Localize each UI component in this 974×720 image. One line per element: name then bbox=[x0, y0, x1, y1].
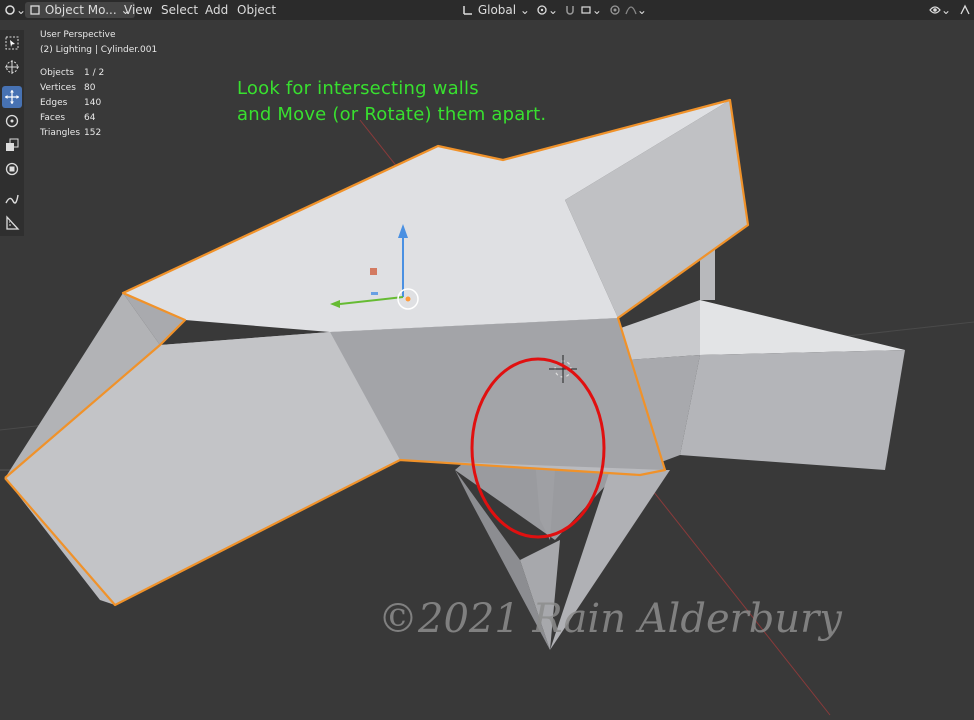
view-name: User Perspective bbox=[40, 30, 116, 40]
stat-value: 64 bbox=[84, 113, 96, 123]
menu-select[interactable]: Select bbox=[157, 2, 202, 18]
menu-view[interactable]: View bbox=[120, 2, 156, 18]
tool-rotate[interactable] bbox=[2, 110, 22, 132]
orientation-dropdown[interactable]: Global ⌄ bbox=[458, 2, 534, 18]
stat-edges: Edges 140 bbox=[40, 96, 157, 111]
editor-type-icon bbox=[5, 5, 15, 15]
3d-viewport[interactable]: Look for intersecting walls and Move (or… bbox=[0, 0, 974, 720]
proportional-edit-toggle[interactable]: ⌄ bbox=[605, 2, 651, 18]
orientation-label: Global bbox=[477, 3, 517, 17]
viewport-header: ⌄ Object Mo... ⌄ View Select Add Object … bbox=[0, 0, 974, 20]
transform-icon bbox=[5, 162, 19, 176]
tool-transform[interactable] bbox=[2, 158, 22, 180]
move-icon bbox=[5, 90, 19, 104]
menu-object[interactable]: Object bbox=[233, 2, 280, 18]
instruction-line-2: and Move (or Rotate) them apart. bbox=[237, 104, 547, 125]
plane-handle-icon[interactable] bbox=[370, 268, 377, 275]
tool-shelf bbox=[0, 30, 24, 236]
stat-label: Objects bbox=[40, 68, 75, 78]
eye-icon bbox=[929, 6, 941, 14]
watermark: ©2021 Rain Alderbury bbox=[378, 596, 842, 642]
menu-add[interactable]: Add bbox=[201, 2, 232, 18]
stat-value: 80 bbox=[84, 83, 96, 93]
snap-dropdown[interactable]: ⌄ bbox=[560, 2, 606, 18]
gizmo-dropdown[interactable] bbox=[955, 2, 974, 18]
stat-value: 1 / 2 bbox=[84, 68, 105, 78]
stat-value: 152 bbox=[84, 128, 102, 138]
mode-label: Object Mo... bbox=[44, 3, 117, 17]
cursor-icon bbox=[5, 60, 19, 74]
instruction-text: Look for intersecting walls and Move (or… bbox=[237, 76, 546, 128]
mode-dropdown[interactable]: Object Mo... ⌄ bbox=[25, 2, 135, 18]
stat-value: 140 bbox=[84, 98, 102, 108]
stat-label: Triangles bbox=[40, 128, 81, 138]
collection-name: (2) Lighting | Cylinder.001 bbox=[40, 45, 158, 55]
tool-measure[interactable] bbox=[2, 212, 22, 234]
viewport-overlay: User Perspective (2) Lighting | Cylinder… bbox=[40, 28, 157, 141]
rotate-icon bbox=[5, 114, 19, 128]
stat-faces: Faces 64 bbox=[40, 111, 157, 126]
snap-icon bbox=[566, 6, 574, 15]
stat-label: Vertices bbox=[40, 83, 76, 93]
object-mode-icon bbox=[30, 5, 40, 15]
stat-label: Edges bbox=[40, 98, 68, 108]
tool-annotate[interactable] bbox=[2, 188, 22, 210]
instruction-line-1: Look for intersecting walls bbox=[237, 78, 479, 99]
tool-scale[interactable] bbox=[2, 134, 22, 156]
tool-move[interactable] bbox=[2, 86, 22, 108]
snap-target-icon bbox=[581, 6, 591, 14]
pivot-dropdown[interactable]: ⌄ bbox=[532, 2, 562, 18]
stat-vertices: Vertices 80 bbox=[40, 81, 157, 96]
stat-label: Faces bbox=[40, 113, 66, 123]
scale-icon bbox=[6, 138, 19, 151]
tool-cursor[interactable] bbox=[2, 56, 22, 78]
gizmo-icon bbox=[960, 4, 970, 15]
transform-orientation-icon bbox=[463, 6, 472, 15]
select-box-icon bbox=[5, 36, 19, 50]
stat-triangles: Triangles 152 bbox=[40, 126, 157, 141]
measure-icon bbox=[6, 215, 20, 230]
tool-select-box[interactable] bbox=[2, 32, 22, 54]
proportional-edit-icon bbox=[610, 5, 620, 15]
annotate-icon bbox=[5, 194, 19, 204]
pivot-icon bbox=[537, 5, 547, 15]
stat-objects: Objects 1 / 2 bbox=[40, 66, 157, 81]
falloff-icon bbox=[625, 6, 637, 15]
visibility-dropdown[interactable]: ⌄ bbox=[925, 2, 955, 18]
